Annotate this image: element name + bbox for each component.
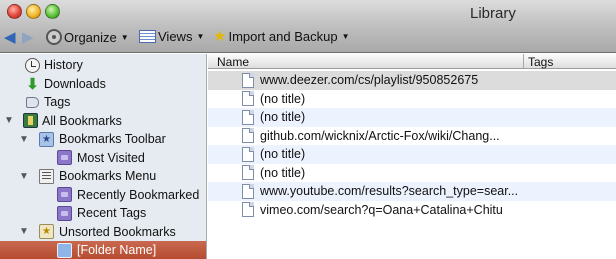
sidebar-item-label: Recently Bookmarked <box>77 187 200 202</box>
row-name: (no title) <box>260 147 306 162</box>
disclosure-triangle-icon[interactable]: ▼ <box>4 115 14 126</box>
tag-icon <box>26 96 39 108</box>
download-arrow-icon: ⬇ <box>26 75 39 93</box>
window-title: Library <box>470 5 516 22</box>
organize-menu-button[interactable]: Organize ▼ <box>46 29 129 45</box>
clock-icon <box>25 57 40 73</box>
column-divider[interactable] <box>523 54 524 69</box>
views-menu-button[interactable]: Views ▼ <box>139 29 204 44</box>
sidebar-item-bookmarks-menu[interactable]: ▼ Bookmarks Menu <box>0 167 206 186</box>
page-icon <box>242 202 254 218</box>
window-chrome: Library ◀ ▶ Organize ▼ Views ▼ ★ Import … <box>0 0 616 53</box>
row-name: (no title) <box>260 91 306 106</box>
sidebar-item-recent-tags[interactable]: Recent Tags <box>0 204 206 223</box>
sidebar-item-tags[interactable]: Tags <box>0 93 206 112</box>
sidebar-item-label: Bookmarks Menu <box>59 169 157 184</box>
menu-icon <box>39 168 54 184</box>
sidebar-item-label: Unsorted Bookmarks <box>59 224 176 239</box>
toolbar: ◀ ▶ Organize ▼ Views ▼ ★ Import and Back… <box>0 28 616 50</box>
page-icon <box>242 165 254 181</box>
organize-label: Organize <box>64 29 117 45</box>
sidebar-item-recently-bookmarked[interactable]: Recently Bookmarked <box>0 186 206 205</box>
views-list-icon <box>139 30 156 43</box>
disclosure-triangle-icon[interactable]: ▼ <box>19 171 29 182</box>
gear-icon <box>46 29 62 45</box>
forward-arrow-icon[interactable]: ▶ <box>22 30 34 46</box>
sidebar-item-label: Tags <box>44 95 71 110</box>
row-name: (no title) <box>260 165 306 180</box>
disclosure-triangle-icon[interactable]: ▼ <box>19 134 29 145</box>
import-backup-label: Import and Backup <box>228 29 338 44</box>
chevron-down-icon: ▼ <box>196 32 205 41</box>
sidebar-item-label: Bookmarks Toolbar <box>59 132 166 147</box>
page-icon <box>242 72 254 88</box>
page-icon <box>242 109 254 125</box>
row-name: www.deezer.com/cs/playlist/950852675 <box>260 73 479 88</box>
import-backup-menu-button[interactable]: ★ Import and Backup ▼ <box>213 29 350 44</box>
table-row[interactable]: (no title) <box>208 108 616 127</box>
sidebar-item-downloads[interactable]: ⬇ Downloads <box>0 75 206 94</box>
unsorted-icon: ★ <box>39 224 54 240</box>
sidebar-item-all-bookmarks[interactable]: ▼ All Bookmarks <box>0 112 206 131</box>
sidebar-item-label: History <box>44 58 83 73</box>
sidebar-item-label: Downloads <box>44 76 106 91</box>
row-name: www.youtube.com/results?search_type=sear… <box>260 184 519 199</box>
page-icon <box>242 128 254 144</box>
smart-folder-icon <box>57 187 72 203</box>
sidebar-item-folder-name[interactable]: [Folder Name] <box>0 241 206 259</box>
sidebar-item-label: [Folder Name] <box>77 243 157 258</box>
page-icon <box>242 91 254 107</box>
table-row[interactable]: www.deezer.com/cs/playlist/950852675 <box>208 71 616 90</box>
folder-icon <box>57 242 72 258</box>
sidebar-item-label: Recent Tags <box>77 206 147 221</box>
library-icon <box>23 113 38 129</box>
chevron-down-icon: ▼ <box>120 32 129 42</box>
smart-folder-icon <box>57 150 72 166</box>
table-row[interactable]: (no title) <box>208 145 616 164</box>
table-row[interactable]: github.com/wicknix/Arctic-Fox/wiki/Chang… <box>208 127 616 146</box>
bookmark-list[interactable]: Name Tags www.deezer.com/cs/playlist/950… <box>208 54 616 259</box>
views-label: Views <box>158 29 193 44</box>
page-icon <box>242 183 254 199</box>
table-row[interactable]: (no title) <box>208 164 616 183</box>
row-name: (no title) <box>260 110 306 125</box>
sidebar-item-most-visited[interactable]: Most Visited <box>0 149 206 168</box>
list-header: Name Tags <box>208 54 616 69</box>
table-row[interactable]: vimeo.com/search?q=Oana+Catalina+Chitu <box>208 201 616 220</box>
sidebar-item-label: All Bookmarks <box>42 113 122 128</box>
sidebar-item-history[interactable]: History <box>0 56 206 75</box>
disclosure-triangle-icon[interactable]: ▼ <box>19 226 29 237</box>
column-header-name[interactable]: Name <box>217 55 249 69</box>
smart-folder-icon <box>57 205 72 221</box>
row-name: vimeo.com/search?q=Oana+Catalina+Chitu <box>260 202 503 217</box>
star-folder-icon: ★ <box>39 131 54 147</box>
table-row[interactable]: www.youtube.com/results?search_type=sear… <box>208 182 616 201</box>
star-icon: ★ <box>213 28 227 45</box>
table-row[interactable]: (no title) <box>208 90 616 109</box>
sidebar-item-bookmarks-toolbar[interactable]: ▼ ★ Bookmarks Toolbar <box>0 130 206 149</box>
sidebar-item-unsorted-bookmarks[interactable]: ▼ ★ Unsorted Bookmarks <box>0 223 206 242</box>
row-name: github.com/wicknix/Arctic-Fox/wiki/Chang… <box>260 128 500 143</box>
sidebar-tree[interactable]: History ⬇ Downloads Tags ▼ All Bookmarks… <box>0 54 207 259</box>
sidebar-item-label: Most Visited <box>77 150 145 165</box>
back-arrow-icon[interactable]: ◀ <box>4 30 16 46</box>
page-icon <box>242 146 254 162</box>
chevron-down-icon: ▼ <box>341 32 350 41</box>
column-header-tags[interactable]: Tags <box>528 55 553 69</box>
